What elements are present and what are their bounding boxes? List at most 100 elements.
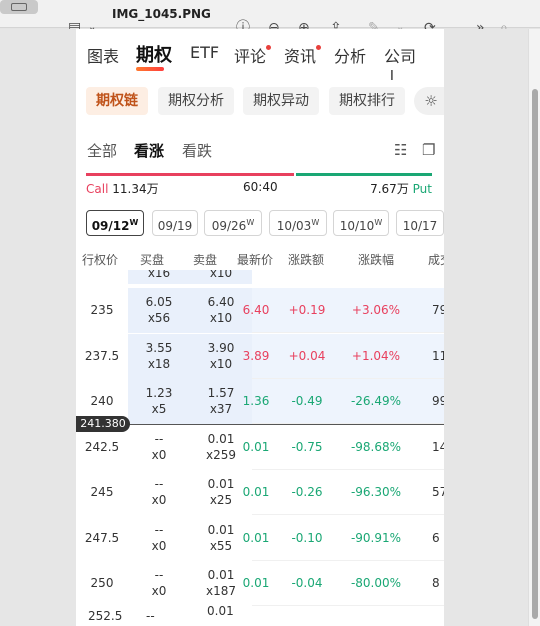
tab-chart[interactable]: 图表 [87, 43, 119, 67]
volume: 99 [432, 394, 444, 408]
expiry-chip[interactable]: 10/10W [333, 210, 389, 236]
col-change[interactable]: 涨跌额 [288, 251, 324, 268]
last-price: 0.01 [242, 485, 270, 499]
last-price: 0.01 [242, 530, 270, 545]
strike: 240 [90, 394, 114, 408]
subtab-option-ranking[interactable]: 期权排行 [329, 87, 405, 115]
filter-all[interactable]: 全部 [87, 140, 117, 161]
col-volume[interactable]: 成交 [428, 251, 444, 268]
lightbulb-icon[interactable]: ☼ [414, 87, 444, 115]
bid-size: x0 [151, 447, 167, 462]
bid-cell[interactable]: 3.55 x18 [128, 333, 190, 379]
last-price: 1.36 [242, 394, 270, 408]
price-change: +0.19 [288, 303, 326, 317]
sub-tabs: 期权链 期权分析 期权异动 期权排行 ☼ [76, 87, 444, 117]
subtab-option-analysis[interactable]: 期权分析 [158, 87, 234, 115]
scrollbar-thumb[interactable] [532, 89, 538, 619]
table-row[interactable]: 250 -- x0 0.01 x187 0.01 -0.04 -80.00% 8 [76, 561, 444, 606]
strike: 252.5 [88, 609, 123, 623]
table-row[interactable]: 235 6.05 x56 6.40 x10 6.40 +0.19 +3.06% 79 [76, 288, 444, 333]
table-row[interactable]: 247.5 -- x0 0.01 x55 0.01 -0.10 -90.91% 6 [76, 515, 444, 561]
bid-price: 6.05 [145, 295, 173, 309]
price-change-pct: -26.49% [350, 394, 402, 408]
last-price: 6.40 [242, 303, 270, 317]
bid-price: -- [154, 568, 164, 582]
bid-price: -- [146, 609, 155, 623]
price-change-pct: +1.04% [351, 348, 401, 363]
col-strike[interactable]: 行权价 [82, 251, 118, 268]
bid-cell[interactable]: -- x0 [128, 515, 190, 561]
price-change-pct: -98.68% [350, 439, 402, 454]
comments-notification-dot [266, 45, 271, 50]
strike: 245 [90, 485, 114, 499]
strike: 250 [90, 576, 114, 590]
bid-size: x0 [151, 584, 167, 598]
strike: 235 [90, 303, 114, 317]
volume: 57 [432, 485, 444, 499]
news-notification-dot [316, 45, 321, 50]
filter-puts[interactable]: 看跌 [182, 140, 212, 161]
last-price: 0.01 [242, 576, 270, 590]
bid-cell[interactable]: -- x0 [128, 424, 190, 470]
settings-filter-icon[interactable]: ☷ [394, 141, 407, 159]
price-change: +0.04 [288, 348, 326, 363]
bid-price: -- [154, 431, 164, 446]
tab-comments[interactable]: 评论 [234, 43, 266, 67]
expiry-chip[interactable]: 09/19 [152, 210, 198, 236]
col-bid[interactable]: 买盘 [140, 251, 164, 268]
bid-size: x0 [151, 493, 167, 507]
call-label: Call [86, 182, 109, 196]
bid-size: x18 [147, 356, 171, 371]
tab-analysis[interactable]: 分析 [334, 43, 366, 67]
volume: 14 [432, 439, 444, 454]
expiry-chip[interactable]: 09/12W [86, 210, 144, 236]
call-ratio-fill [86, 173, 294, 176]
expiry-chip[interactable]: 10/17 [396, 210, 444, 236]
table-row[interactable]: 245 -- x0 0.01 x25 0.01 -0.26 -96.30% 57 [76, 470, 444, 515]
price-change-pct: -90.91% [350, 530, 402, 545]
bid-price: -- [154, 477, 164, 491]
filter-calls[interactable]: 看涨 [134, 140, 164, 161]
phone-screenshot: 图表 期权 ETF 评论 资讯 分析 公司 I 期权链 期权分析 期权异动 期权… [76, 29, 444, 626]
subtab-option-chain[interactable]: 期权链 [86, 87, 148, 115]
table-row[interactable]: 240 1.23 x5 1.57 x37 1.36 -0.49 -26.49% 99 [76, 379, 444, 424]
table-row[interactable]: 242.5 -- x0 0.01 x259 0.01 -0.75 -98.68% 14 [76, 424, 444, 470]
tab-company[interactable]: 公司 [384, 43, 416, 67]
strike: 247.5 [84, 530, 120, 545]
bid-price: 3.55 [145, 340, 173, 355]
window-scrollbar[interactable] [528, 29, 540, 626]
bid-cell[interactable]: -- x0 [128, 470, 190, 515]
put-volume: 7.67万 [370, 182, 409, 196]
expiry-chip[interactable]: 10/03W [269, 210, 327, 236]
price-change-pct: +3.06% [351, 303, 401, 317]
price-change-pct: -96.30% [350, 485, 402, 499]
call-put-split: 60:40 [243, 180, 278, 194]
window-control-pill[interactable] [0, 0, 38, 14]
subtab-unusual-activity[interactable]: 期权异动 [243, 87, 319, 115]
price-change-pct: -80.00% [350, 576, 402, 590]
price-change: -0.10 [291, 530, 323, 545]
window-title: IMG_1045.PNG [112, 7, 211, 21]
tab-etf[interactable]: ETF [190, 43, 219, 62]
expiry-chip[interactable]: 09/26W [204, 210, 262, 236]
bid-size: x5 [151, 402, 167, 416]
bid-cell[interactable]: -- x0 [128, 561, 190, 606]
price-change: -0.49 [291, 394, 323, 408]
bid-cell[interactable]: 1.23 x5 [128, 379, 190, 424]
bid-cell[interactable]: 6.05 x56 [128, 288, 190, 333]
col-change-pct[interactable]: 涨跌幅 [358, 251, 394, 268]
col-last[interactable]: 最新价 [237, 251, 273, 268]
copy-icon[interactable]: ❐ [422, 141, 435, 159]
table-row[interactable]: 237.5 3.55 x18 3.90 x10 3.89 +0.04 +1.04% 11 [76, 333, 444, 379]
tab-options[interactable]: 期权 [136, 41, 172, 67]
background-right [444, 29, 528, 626]
price-change: -0.04 [291, 576, 323, 590]
volume: 8 [432, 576, 440, 590]
price-change: -0.75 [291, 439, 323, 454]
tab-news[interactable]: 资讯 [284, 43, 316, 67]
expiry-selector: 09/12W 09/19 09/26W 10/03W 10/10W 10/17 [86, 210, 444, 236]
col-ask[interactable]: 卖盘 [193, 251, 217, 268]
volume: 6 [432, 530, 440, 545]
last-price: 0.01 [242, 439, 270, 454]
table-row-partial: 252.5 -- 0.01 [76, 604, 444, 626]
